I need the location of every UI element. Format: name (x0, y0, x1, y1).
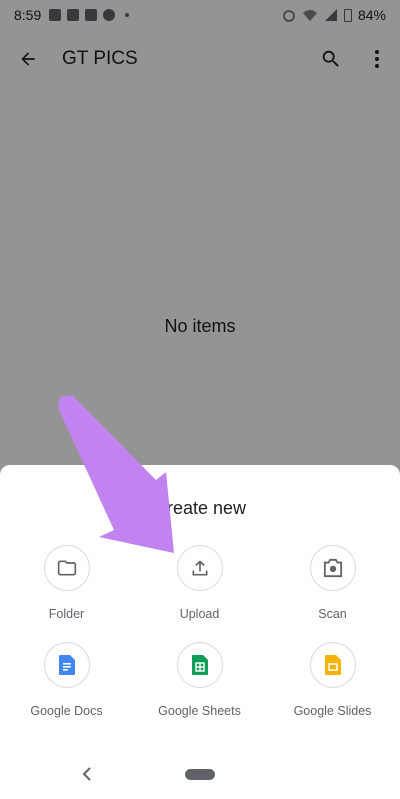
google-docs-button[interactable] (43, 642, 90, 688)
scan-button[interactable] (309, 545, 356, 591)
scan-label: Scan (318, 607, 347, 621)
home-pill[interactable] (185, 769, 215, 780)
folder-icon (57, 560, 76, 576)
google-slides-icon (324, 655, 341, 675)
google-docs-label: Google Docs (30, 704, 103, 718)
google-docs-icon (58, 655, 75, 675)
chevron-left-icon (82, 767, 91, 781)
screen: 8:59 84% GT PICS No items Create new Fol… (0, 0, 400, 799)
google-sheets-label: Google Sheets (158, 704, 241, 718)
upload-label: Upload (179, 607, 220, 621)
upload-option[interactable]: Upload (133, 545, 266, 641)
google-sheets-icon (191, 655, 208, 675)
google-docs-option[interactable]: Google Docs (0, 642, 133, 738)
google-slides-button[interactable] (309, 642, 356, 688)
create-folder-option[interactable]: Folder (0, 545, 133, 641)
folder-button[interactable] (43, 545, 90, 591)
upload-icon (192, 560, 207, 576)
google-sheets-option[interactable]: Google Sheets (133, 642, 266, 738)
folder-label: Folder (48, 607, 85, 621)
camera-icon (323, 558, 342, 578)
create-new-sheet: Create new Folder Upload Scan Google Doc… (0, 465, 400, 799)
google-slides-label: Google Slides (293, 704, 372, 718)
google-sheets-button[interactable] (176, 642, 223, 688)
sheet-title: Create new (153, 498, 247, 518)
google-slides-option[interactable]: Google Slides (266, 642, 399, 738)
upload-button[interactable] (176, 545, 223, 591)
navigation-bar (0, 753, 400, 799)
nav-back-button[interactable] (76, 763, 98, 785)
scan-option[interactable]: Scan (266, 545, 399, 641)
